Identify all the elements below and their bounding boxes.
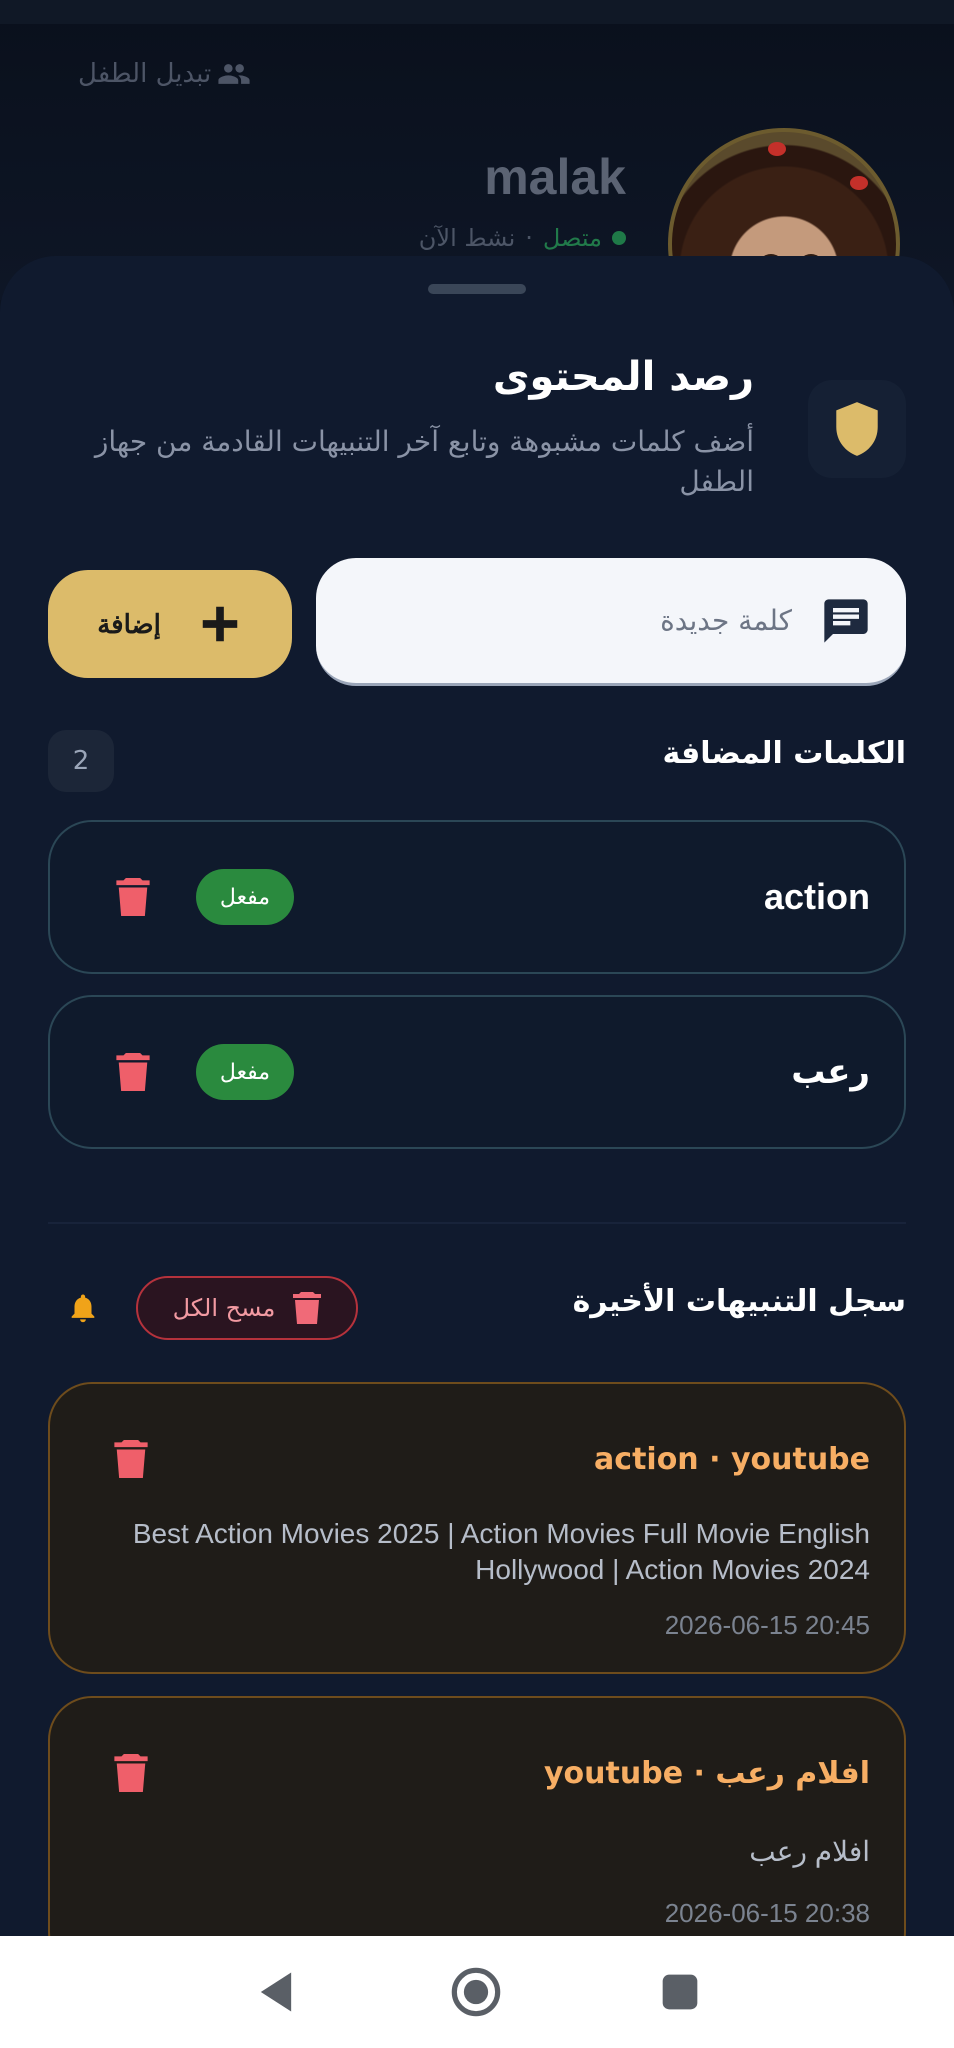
- message-icon: [824, 598, 868, 643]
- sheet-title: رصد المحتوى: [492, 354, 754, 400]
- add-word-button[interactable]: إضافة: [48, 570, 292, 678]
- trash-icon: [116, 878, 150, 916]
- alert-body: افلام رعب: [749, 1836, 870, 1867]
- status-active: نشط الآن: [418, 224, 516, 252]
- word-status-badge[interactable]: مفعل: [196, 1044, 294, 1100]
- content-monitor-screen: تبديل الطفل malak متصل · نشط الآن رصد ال…: [0, 0, 954, 2048]
- word-card: رعب مفعل: [48, 995, 906, 1149]
- status-bar: [0, 0, 954, 24]
- home-icon[interactable]: [450, 1966, 502, 2018]
- status-separator: ·: [525, 224, 533, 252]
- words-count-badge: 2: [48, 730, 114, 792]
- child-status: متصل · نشط الآن: [419, 224, 626, 252]
- sheet-subtitle: أضف كلمات مشبوهة وتابع آخر التنبيهات الق…: [94, 425, 754, 498]
- child-header-background: تبديل الطفل malak متصل · نشط الآن: [0, 0, 954, 360]
- status-online: متصل: [542, 224, 602, 252]
- trash-icon: [116, 1053, 150, 1091]
- trash-icon: [293, 1292, 322, 1324]
- word-text: رعب: [791, 1052, 870, 1092]
- delete-alert-button[interactable]: [114, 1754, 148, 1792]
- alert-card: افلام رعب · youtube افلام رعب 2026-06-15…: [48, 1696, 906, 1976]
- delete-word-button[interactable]: [116, 1053, 150, 1091]
- header-icon-box: [808, 380, 906, 478]
- child-name: malak: [484, 149, 626, 205]
- avatar-hair-bow: [850, 176, 868, 190]
- alert-time: 2026-06-15 20:45: [664, 1610, 870, 1640]
- avatar-hair-bow: [768, 142, 786, 156]
- switch-child-label: تبديل الطفل: [78, 59, 212, 89]
- new-word-field[interactable]: [316, 558, 906, 686]
- trash-icon: [114, 1754, 148, 1792]
- trash-icon: [114, 1440, 148, 1478]
- sheet-drag-handle[interactable]: [428, 284, 526, 294]
- switch-child-button[interactable]: تبديل الطفل: [78, 56, 251, 92]
- alert-time: 2026-06-15 20:38: [664, 1898, 870, 1928]
- word-text: action: [763, 876, 870, 917]
- plus-icon: [202, 606, 238, 642]
- word-status-badge[interactable]: مفعل: [196, 869, 294, 925]
- clear-all-button[interactable]: مسح الكل: [136, 1276, 358, 1340]
- alert-title: افلام رعب · youtube: [544, 1756, 870, 1791]
- shield-icon: [836, 402, 878, 456]
- clear-all-label: مسح الكل: [172, 1294, 276, 1322]
- bell-icon: [66, 1290, 100, 1326]
- content-monitor-sheet: رصد المحتوى أضف كلمات مشبوهة وتابع آخر ا…: [0, 256, 954, 1976]
- system-navigation-bar: [0, 1936, 954, 2048]
- alert-title: action · youtube: [594, 1442, 870, 1477]
- recents-icon[interactable]: [654, 1966, 706, 2018]
- section-divider: [48, 1222, 906, 1224]
- word-card: action مفعل: [48, 820, 906, 974]
- online-dot: [612, 231, 626, 245]
- delete-word-button[interactable]: [116, 878, 150, 916]
- add-word-label: إضافة: [97, 608, 161, 639]
- words-section-title: الكلمات المضافة: [662, 736, 906, 771]
- alert-card: action · youtube Best Action Movies 2025…: [48, 1382, 906, 1674]
- alerts-section-title: سجل التنبيهات الأخيرة: [572, 1284, 906, 1319]
- new-word-input[interactable]: [350, 604, 792, 637]
- alert-body: Best Action Movies 2025 | Action Movies …: [132, 1518, 870, 1585]
- people-icon: [218, 64, 250, 84]
- delete-alert-button[interactable]: [114, 1440, 148, 1478]
- back-icon[interactable]: [250, 1966, 302, 2018]
